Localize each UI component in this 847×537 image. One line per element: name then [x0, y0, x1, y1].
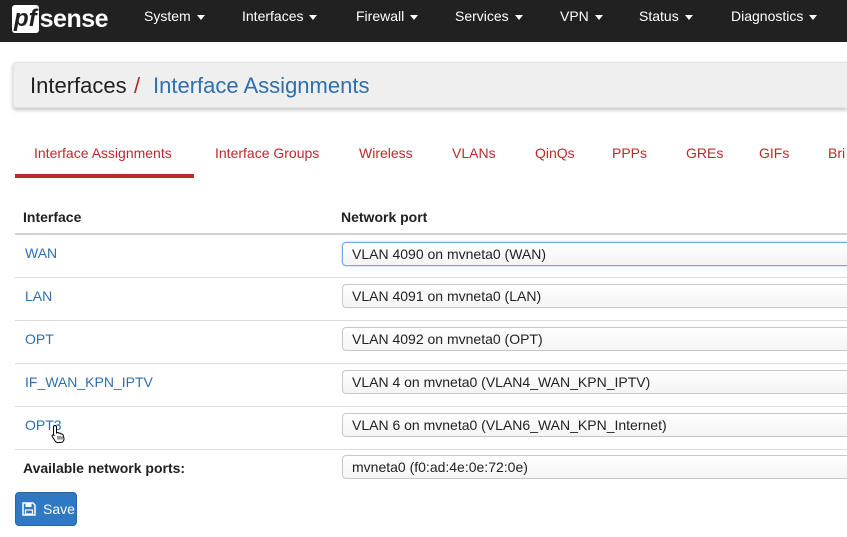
network-port-select-lan[interactable]: VLAN 4091 on mvneta0 (LAN): [342, 284, 847, 308]
row-divider: [15, 406, 847, 407]
nav-system[interactable]: System: [144, 0, 205, 32]
caret-down-icon: [196, 14, 205, 20]
caret-down-icon: [514, 14, 523, 20]
network-port-select-wan[interactable]: VLAN 4090 on mvneta0 (WAN): [342, 242, 847, 266]
row-divider: [15, 449, 847, 450]
nav-firewall-label: Firewall: [356, 8, 405, 24]
top-navbar: pf sense System Interfaces Firewall Serv…: [0, 0, 847, 42]
interface-link-opt[interactable]: OPT: [25, 331, 54, 347]
hand-pointer-cursor-icon: [51, 424, 65, 443]
tab-bar: Interface Assignments Interface Groups W…: [0, 132, 847, 178]
nav-interfaces[interactable]: Interfaces: [242, 0, 318, 32]
nav-services-label: Services: [455, 8, 509, 24]
tab-ppps[interactable]: PPPs: [612, 132, 647, 174]
nav-status-label: Status: [639, 8, 679, 24]
floppy-disk-icon: [22, 502, 36, 516]
page-title-panel: Interfaces / Interface Assignments: [13, 62, 847, 108]
caret-down-icon: [809, 14, 818, 20]
nav-firewall[interactable]: Firewall: [356, 0, 419, 32]
network-port-select-if-wan-kpn-iptv[interactable]: VLAN 4 on mvneta0 (VLAN4_WAN_KPN_IPTV): [342, 370, 847, 394]
interface-link-if-wan-kpn-iptv[interactable]: IF_WAN_KPN_IPTV: [25, 374, 153, 390]
pfsense-logo[interactable]: pf sense: [12, 4, 109, 34]
tab-interface-groups[interactable]: Interface Groups: [215, 132, 319, 174]
active-tab-indicator: [15, 174, 194, 178]
row-divider: [15, 320, 847, 321]
tab-wireless[interactable]: Wireless: [359, 132, 413, 174]
breadcrumb-parent[interactable]: Interfaces: [30, 73, 127, 99]
available-ports-label: Available network ports:: [23, 460, 186, 476]
network-port-select-opt[interactable]: VLAN 4092 on mvneta0 (OPT): [342, 327, 847, 351]
tab-vlans[interactable]: VLANs: [452, 132, 496, 174]
nav-vpn[interactable]: VPN: [560, 0, 603, 32]
tab-gifs[interactable]: GIFs: [759, 132, 789, 174]
nav-vpn-label: VPN: [560, 8, 589, 24]
tab-interface-assignments[interactable]: Interface Assignments: [34, 132, 172, 174]
caret-down-icon: [309, 14, 318, 20]
nav-diagnostics[interactable]: Diagnostics: [731, 0, 818, 32]
network-port-select-opt3[interactable]: VLAN 6 on mvneta0 (VLAN6_WAN_KPN_Interne…: [342, 413, 847, 437]
caret-down-icon: [684, 14, 693, 20]
header-divider: [15, 233, 847, 235]
nav-services[interactable]: Services: [455, 0, 523, 32]
column-header-network-port: Network port: [341, 209, 428, 225]
caret-down-icon: [410, 14, 419, 20]
row-divider: [15, 363, 847, 364]
row-divider: [15, 277, 847, 278]
save-button[interactable]: Save: [15, 492, 77, 526]
available-port-select[interactable]: mvneta0 (f0:ad:4e:0e:72:0e): [342, 455, 847, 479]
logo-pf: pf: [12, 5, 39, 33]
logo-sense: sense: [39, 4, 109, 33]
breadcrumb-separator: /: [134, 73, 141, 98]
caret-down-icon: [594, 14, 603, 20]
save-button-label: Save: [43, 501, 75, 517]
nav-status[interactable]: Status: [639, 0, 693, 32]
interface-link-lan[interactable]: LAN: [25, 288, 52, 304]
tab-gres[interactable]: GREs: [686, 132, 723, 174]
interface-link-wan[interactable]: WAN: [25, 245, 57, 261]
nav-interfaces-label: Interfaces: [242, 8, 304, 24]
nav-system-label: System: [144, 8, 191, 24]
nav-diagnostics-label: Diagnostics: [731, 8, 804, 24]
page-title[interactable]: Interface Assignments: [153, 73, 369, 99]
column-header-interface: Interface: [23, 209, 82, 225]
tab-qinqs[interactable]: QinQs: [535, 132, 575, 174]
tab-bridges[interactable]: Bri: [828, 132, 845, 174]
